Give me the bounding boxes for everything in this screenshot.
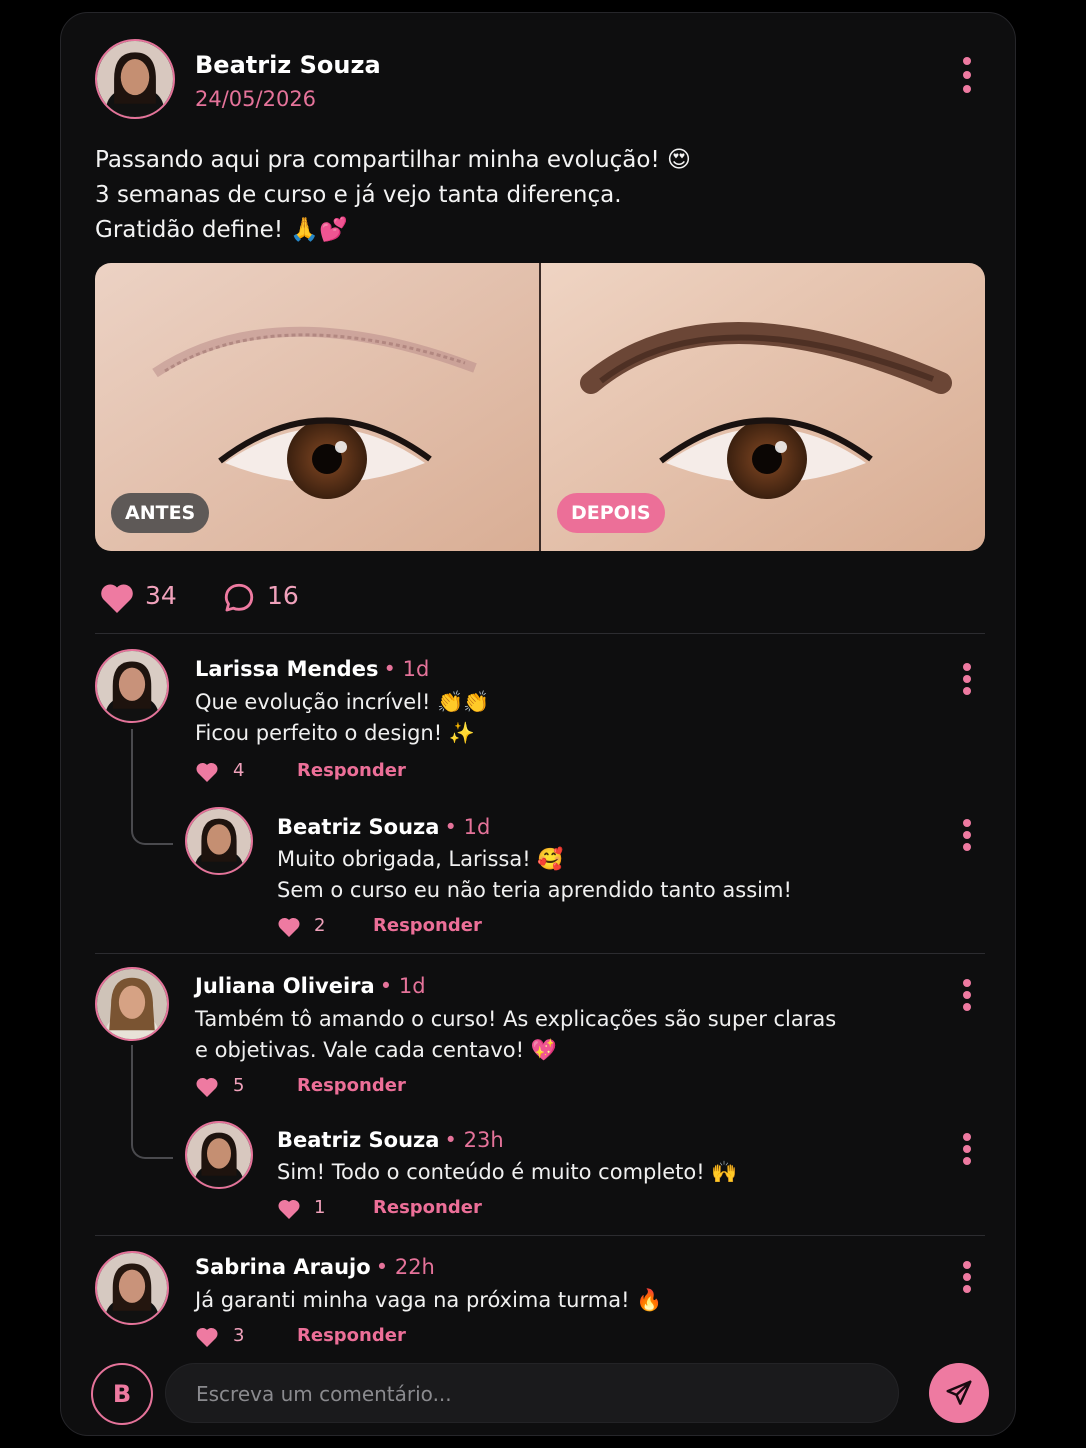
like-count: 34 <box>145 581 177 610</box>
separator-dot: • <box>375 1255 395 1279</box>
reply-avatar[interactable] <box>185 807 253 875</box>
comment-text: Sim! Todo o conteúdo é muito completo! 🙌 <box>277 1157 897 1188</box>
comment-more-icon[interactable] <box>955 1261 979 1301</box>
comment-input[interactable] <box>194 1364 878 1424</box>
heart-icon[interactable] <box>195 1326 219 1348</box>
commenter-name[interactable]: Juliana Oliveira <box>195 974 375 998</box>
comment-header: Beatriz Souza • 1d <box>277 815 490 839</box>
heart-icon[interactable] <box>195 1076 219 1098</box>
divider <box>95 1235 985 1236</box>
reply-button[interactable]: Responder <box>373 915 482 936</box>
comment-line: Ficou perfeito o design! ✨ <box>195 721 475 745</box>
comment-button[interactable]: 16 <box>221 581 311 617</box>
separator-dot: • <box>383 657 403 681</box>
send-button[interactable] <box>929 1363 989 1423</box>
author-avatar[interactable] <box>95 39 175 119</box>
heart-icon[interactable] <box>277 1198 301 1220</box>
post-line: 3 semanas de curso e já vejo tanta difer… <box>95 182 622 208</box>
comment-line: Também tô amando o curso! As explicações… <box>195 1007 837 1031</box>
before-photo: ANTES <box>95 263 540 551</box>
comment-avatar[interactable] <box>95 967 169 1041</box>
divider <box>95 633 985 634</box>
comment-header: Larissa Mendes • 1d <box>195 657 429 681</box>
image-divider <box>539 263 541 551</box>
like-button[interactable]: 34 <box>99 581 179 617</box>
post-more-icon[interactable] <box>955 57 979 97</box>
comment-icon <box>224 583 254 612</box>
separator-dot: • <box>444 815 464 839</box>
comment-avatar[interactable] <box>95 1251 169 1325</box>
comment-like-count: 4 <box>233 760 245 781</box>
reply-button[interactable]: Responder <box>297 1075 406 1096</box>
comment-text: Que evolução incrível! 👏👏 Ficou perfeito… <box>195 687 895 749</box>
commenter-name[interactable]: Larissa Mendes <box>195 657 378 681</box>
comment-avatar[interactable] <box>95 649 169 723</box>
comment-like-count: 2 <box>314 915 326 936</box>
comment-line: Que evolução incrível! 👏👏 <box>195 690 490 714</box>
comment-header: Juliana Oliveira • 1d <box>195 974 426 998</box>
comment-more-icon[interactable] <box>955 819 979 859</box>
comment-time: 1d <box>398 974 426 998</box>
comment-text: Também tô amando o curso! As explicações… <box>195 1004 915 1066</box>
comment-header: Sabrina Araujo • 22h <box>195 1255 435 1279</box>
reply-button[interactable]: Responder <box>297 1325 406 1346</box>
post-card: Beatriz Souza 24/05/2026 Passando aqui p… <box>60 12 1016 1436</box>
reply-avatar[interactable] <box>185 1121 253 1189</box>
separator-dot: • <box>379 974 399 998</box>
comment-time: 1d <box>463 815 491 839</box>
comment-like-count: 5 <box>233 1075 245 1096</box>
commenter-name[interactable]: Beatriz Souza <box>277 815 439 839</box>
after-label: DEPOIS <box>557 493 665 533</box>
comment-text: Já garanti minha vaga na próxima turma! … <box>195 1285 915 1316</box>
commenter-name[interactable]: Beatriz Souza <box>277 1128 439 1152</box>
before-after-image[interactable]: ANTES DEPOIS <box>95 263 985 551</box>
thread-line <box>131 729 173 845</box>
comment-more-icon[interactable] <box>955 663 979 703</box>
reply-button[interactable]: Responder <box>373 1197 482 1218</box>
comment-line: Muito obrigada, Larissa! 🥰 <box>277 847 564 871</box>
comment-line: Sim! Todo o conteúdo é muito completo! 🙌 <box>277 1160 738 1184</box>
heart-icon[interactable] <box>277 916 301 938</box>
reply-button[interactable]: Responder <box>297 760 406 781</box>
post-text: Passando aqui pra compartilhar minha evo… <box>95 143 975 248</box>
separator-dot: • <box>444 1128 464 1152</box>
comment-time: 1d <box>402 657 430 681</box>
author-name[interactable]: Beatriz Souza <box>195 51 381 79</box>
comment-header: Beatriz Souza • 23h <box>277 1128 504 1152</box>
comment-count: 16 <box>267 581 299 610</box>
comment-like-count: 1 <box>314 1197 326 1218</box>
comment-time: 22h <box>394 1255 435 1279</box>
post-date: 24/05/2026 <box>195 87 317 111</box>
heart-icon[interactable] <box>195 761 219 783</box>
comment-more-icon[interactable] <box>955 1133 979 1173</box>
comment-line: e objetivas. Vale cada centavo! 💖 <box>195 1038 557 1062</box>
comment-time: 23h <box>463 1128 504 1152</box>
divider <box>95 953 985 954</box>
comment-line: Sem o curso eu não teria aprendido tanto… <box>277 878 792 902</box>
thread-line <box>131 1045 173 1159</box>
send-icon <box>946 1380 972 1405</box>
commenter-name[interactable]: Sabrina Araujo <box>195 1255 371 1279</box>
after-photo: DEPOIS <box>541 263 985 551</box>
comment-line: Já garanti minha vaga na próxima turma! … <box>195 1288 663 1312</box>
before-label: ANTES <box>111 493 210 533</box>
comment-text: Muito obrigada, Larissa! 🥰 Sem o curso e… <box>277 844 897 906</box>
current-user-avatar: B <box>91 1363 153 1425</box>
heart-icon <box>101 584 133 613</box>
post-line: Passando aqui pra compartilhar minha evo… <box>95 147 691 173</box>
comment-more-icon[interactable] <box>955 979 979 1019</box>
comment-composer[interactable] <box>165 1363 899 1424</box>
post-line: Gratidão define! 🙏💕 <box>95 217 348 243</box>
comment-like-count: 3 <box>233 1325 245 1346</box>
